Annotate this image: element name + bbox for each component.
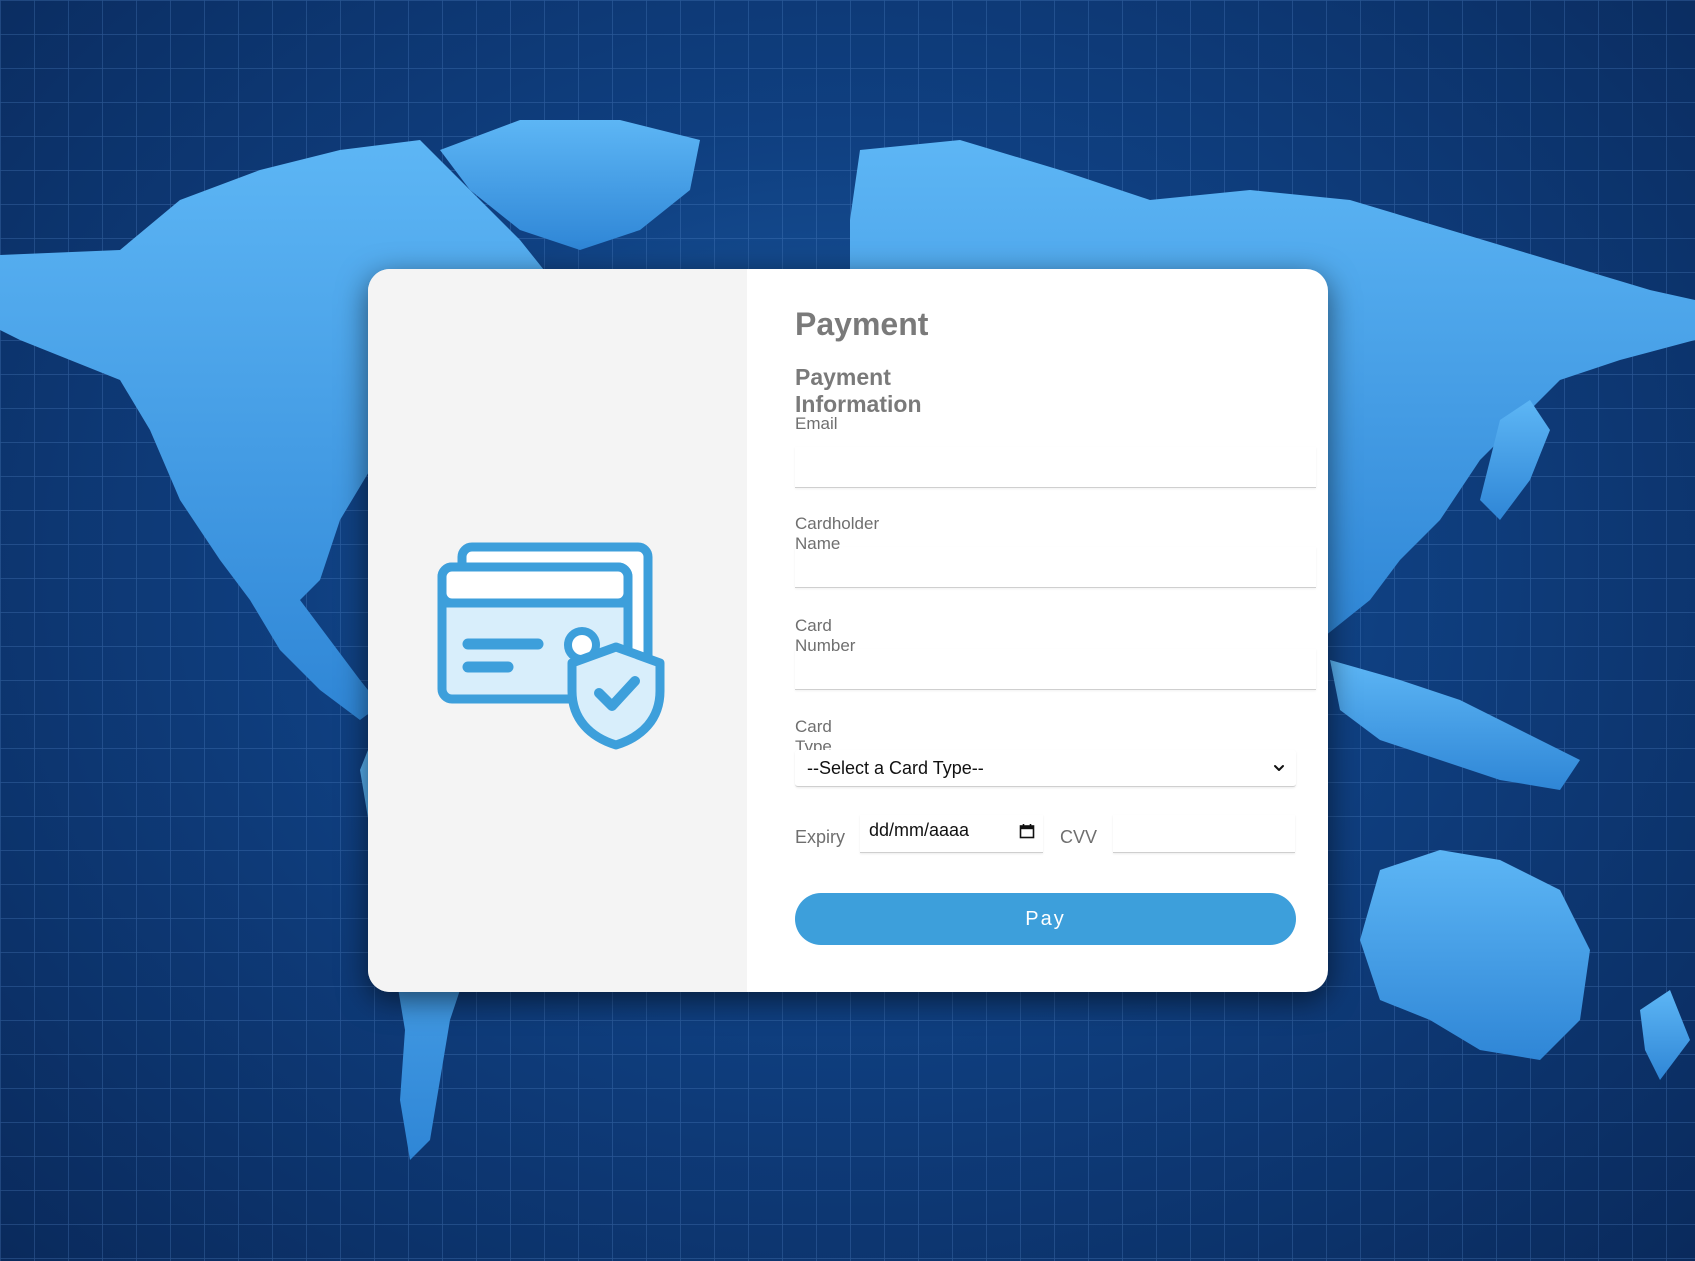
section-subtitle: Payment Information xyxy=(795,364,922,417)
card-number-field[interactable] xyxy=(795,649,1316,690)
calendar-icon[interactable] xyxy=(1019,823,1035,839)
cvv-label: CVV xyxy=(1060,827,1098,847)
chevron-down-icon xyxy=(1274,765,1284,771)
card-type-selected-value: --Select a Card Type-- xyxy=(807,757,984,778)
cardholder-name-field[interactable] xyxy=(795,547,1316,588)
expiry-label: Expiry xyxy=(795,827,846,847)
pay-button[interactable]: Pay xyxy=(795,893,1296,945)
cvv-field[interactable] xyxy=(1113,815,1295,853)
credit-card-shield-icon xyxy=(437,542,665,750)
card-type-select[interactable]: --Select a Card Type-- xyxy=(795,750,1296,787)
expiry-date-field[interactable]: dd/mm/aaaa xyxy=(860,815,1043,853)
expiry-date-placeholder: dd/mm/aaaa xyxy=(869,820,970,840)
illustration-panel xyxy=(368,269,747,992)
page-title: Payment xyxy=(795,306,929,342)
email-label: Email xyxy=(795,414,838,433)
email-field[interactable] xyxy=(795,447,1316,488)
